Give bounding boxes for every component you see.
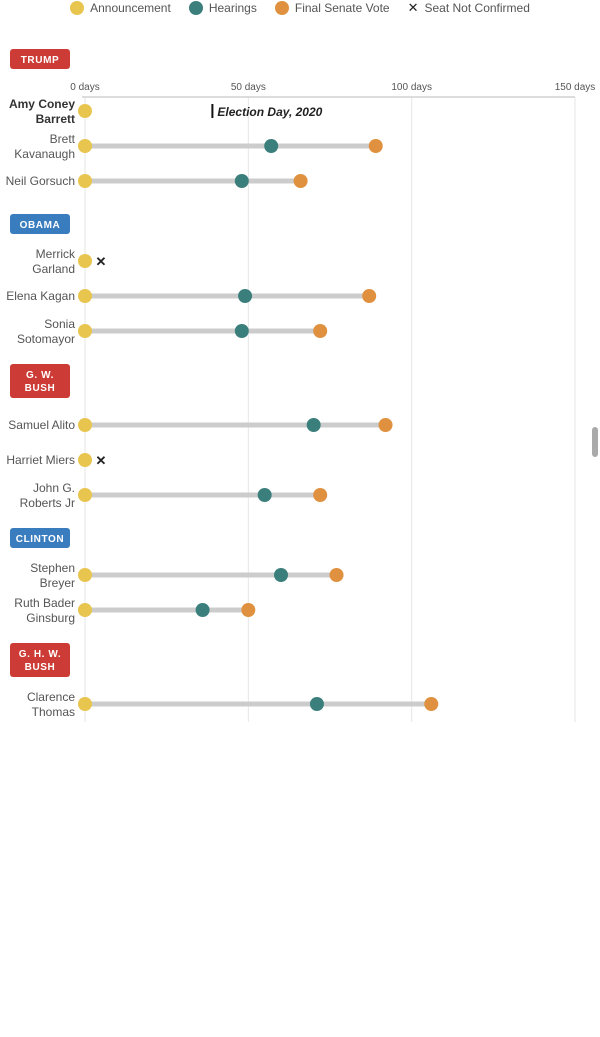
scrollbar-thumb[interactable]: [592, 427, 598, 457]
final-vote-dot: [362, 289, 377, 303]
hearings-dot: [257, 488, 272, 502]
nominee-name: Amy Coney Barrett: [9, 97, 75, 126]
final-vote-dot: [368, 139, 383, 153]
final-vote-dot: [293, 174, 308, 188]
announcement-dot: [78, 418, 92, 432]
announcement-dot: [78, 697, 92, 711]
timeline-bar: [85, 293, 370, 299]
timeline-bar: [85, 492, 321, 498]
hearings-dot: [306, 418, 321, 432]
timeline-bar: [85, 701, 432, 707]
x-tick-label: 0 days: [70, 82, 99, 93]
announcement-dot: [78, 174, 92, 188]
final-vote-dot: [424, 697, 439, 711]
timeline-bar: [85, 572, 337, 578]
hearings-dot: [195, 603, 210, 617]
x-tick-label: 50 days: [231, 82, 266, 93]
final-vote-dot: [329, 568, 344, 582]
hearings-dot: [274, 568, 288, 582]
election-day-label: Election Day, 2020: [217, 105, 322, 119]
final-vote-dot: [313, 488, 328, 502]
nominee-name: Neil Gorsuch: [6, 174, 75, 188]
timeline-bar: [85, 422, 386, 428]
nominee-name: Harriet Miers: [6, 453, 75, 467]
announcement-dot: [78, 568, 92, 582]
nominee-name: Clarence Thomas: [27, 690, 75, 719]
announcement-dot: [78, 603, 92, 617]
hearings-dot: [264, 139, 279, 153]
nomination-timeline-chart: 0 days 50 days 100 days 150 days TRUMP Amy Co…: [6, 49, 596, 722]
nominee-name: Merrick Garland: [32, 247, 76, 276]
final-vote-dot: [241, 603, 256, 617]
nominee-name: Sonia Sotomayor: [17, 317, 75, 346]
announcement-dot: [78, 104, 92, 118]
nominee-name: John G. Roberts Jr: [20, 481, 75, 510]
nominee-name: Stephen Breyer: [30, 561, 75, 590]
final-vote-dot: [378, 418, 393, 432]
timeline-bar: [85, 178, 301, 184]
not-confirmed-x-icon: ✕: [96, 453, 107, 468]
hearings-dot: [309, 697, 324, 711]
announcement-dot: [78, 139, 92, 153]
announcement-dot: [78, 289, 92, 303]
announcement-dot: [78, 488, 92, 502]
x-tick-label: 100 days: [391, 82, 432, 93]
timeline-bar: [85, 328, 321, 334]
announcement-dot: [78, 254, 92, 268]
hearings-dot: [234, 324, 249, 338]
not-confirmed-x-icon: ✕: [96, 254, 107, 269]
president-badge-label: OBAMA: [20, 220, 61, 231]
scrollbar-track[interactable]: [592, 0, 600, 720]
president-badge-label: TRUMP: [21, 55, 60, 66]
timeline-bar: [85, 143, 376, 149]
hearings-dot: [238, 289, 253, 303]
final-vote-dot: [313, 324, 328, 338]
x-tick-label: 150 days: [555, 82, 596, 93]
hearings-dot: [234, 174, 249, 188]
announcement-dot: [78, 324, 92, 338]
nominee-name: Brett Kavanaugh: [14, 132, 75, 161]
nominee-name: Elena Kagan: [6, 289, 75, 303]
timeline-bar: [85, 607, 249, 613]
announcement-dot: [78, 453, 92, 467]
president-badge-label: CLINTON: [16, 534, 64, 545]
nominee-name: Samuel Alito: [8, 418, 75, 432]
nominee-name: Ruth Bader Ginsburg: [14, 596, 75, 625]
